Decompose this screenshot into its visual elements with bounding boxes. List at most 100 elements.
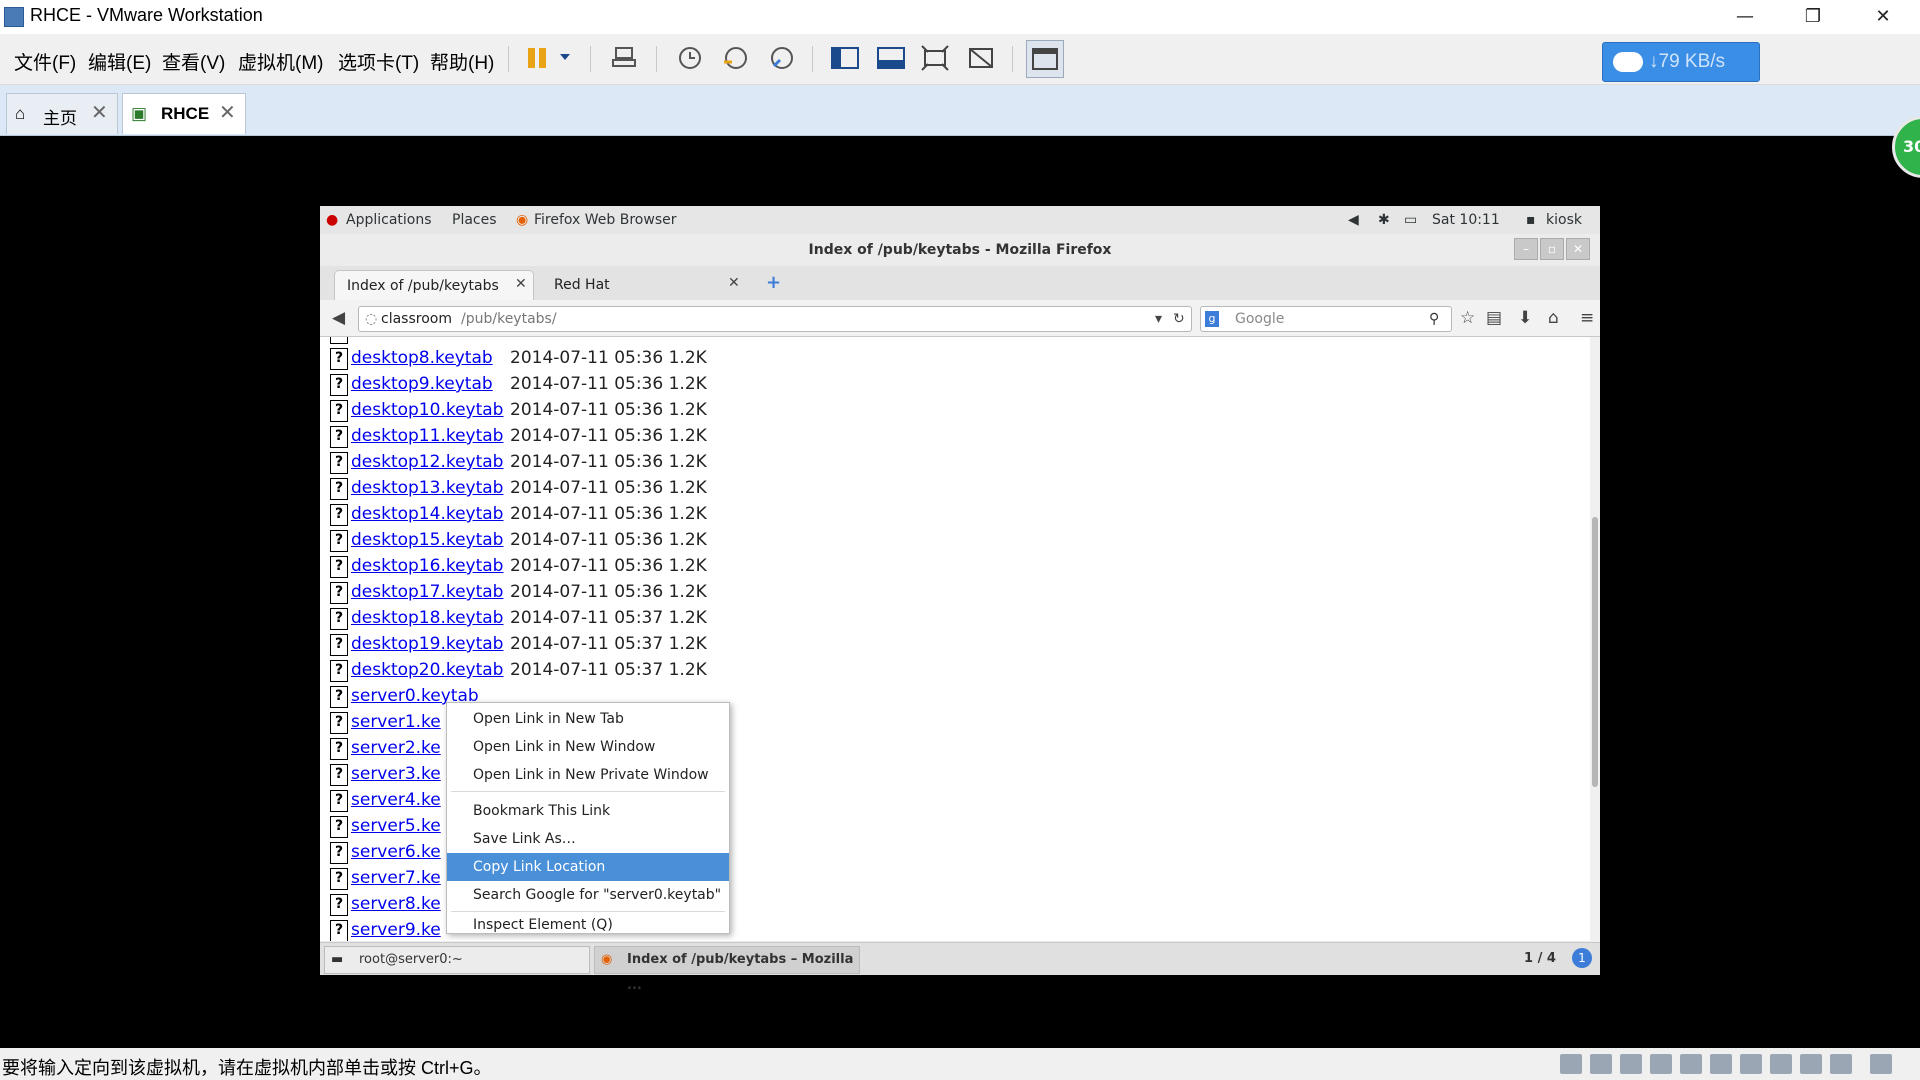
file-link[interactable]: desktop8.keytab [351,345,493,371]
bookmark-star-icon[interactable]: ☆ [1460,308,1475,328]
menu-file[interactable]: 文件(F) [14,48,76,75]
menu-open-link-new-tab[interactable]: Open Link in New Tab [447,705,729,733]
tab-index-keytabs[interactable]: Index of /pub/keytabs ✕ [334,270,534,301]
applications-menu[interactable]: Applications [346,212,432,228]
menu-search-google[interactable]: Search Google for "server0.keytab" [447,881,729,909]
network-adapter-icon[interactable] [1620,1054,1642,1074]
downloads-icon[interactable]: ⬇ [1518,308,1532,328]
menu-open-link-new-window[interactable]: Open Link in New Window [447,733,729,761]
printer-icon[interactable] [1740,1054,1762,1074]
menu-help[interactable]: 帮助(H) [430,48,494,75]
firefox-minimize-button[interactable]: – [1514,238,1538,260]
firefox-maximize-button[interactable]: ▫ [1540,238,1564,260]
home-icon[interactable]: ⌂ [1548,308,1559,328]
file-link[interactable]: desktop19.keytab [351,631,503,657]
file-link[interactable]: server7.ke [351,865,441,891]
full-screen-icon[interactable] [920,44,950,72]
tab-rhce[interactable]: ▣ RHCE ✕ [122,93,246,134]
bookmarks-menu-icon[interactable]: ▤ [1486,308,1502,328]
file-link[interactable]: server6.ke [351,839,441,865]
volume-icon[interactable]: ◀ [1348,212,1359,228]
tab-red-hat-close-icon[interactable]: ✕ [728,275,740,291]
console-view-icon[interactable] [1026,40,1064,78]
file-link[interactable]: server5.ke [351,813,441,839]
show-library-icon[interactable] [830,44,860,72]
hard-disk-icon[interactable] [1560,1054,1582,1074]
file-link[interactable]: desktop18.keytab [351,605,503,631]
cd-dvd-icon[interactable] [1590,1054,1612,1074]
console-window-icon[interactable] [1870,1054,1892,1074]
file-link[interactable]: server1.ke [351,709,441,735]
revert-snapshot-icon[interactable] [720,44,750,72]
menu-vm[interactable]: 虚拟机(M) [238,48,323,75]
google-engine-icon[interactable]: g [1205,311,1219,327]
usb-icon[interactable] [1680,1054,1702,1074]
app-menu[interactable]: Firefox Web Browser [534,212,677,228]
hamburger-menu-icon[interactable]: ≡ [1580,308,1594,328]
bluetooth-icon[interactable]: ✱ [1378,212,1390,228]
scrollbar-thumb[interactable] [1592,517,1598,787]
url-input[interactable]: ◌ classroom /pub/keytabs/ ▾ ↻ [358,306,1192,332]
menu-open-link-private-window[interactable]: Open Link in New Private Window [447,761,729,789]
close-button[interactable]: ✕ [1860,2,1906,32]
snapshot-manager-icon[interactable] [766,44,796,72]
send-ctrl-alt-del-icon[interactable] [610,44,640,72]
network-icon[interactable]: ▭ [1404,212,1417,228]
task-firefox[interactable]: ◉ Index of /pub/keytabs – Mozilla ... [594,946,860,993]
clock[interactable]: Sat 10:11 [1432,212,1500,228]
menu-edit[interactable]: 编辑(E) [88,48,151,75]
menu-tabs[interactable]: 选项卡(T) [338,48,419,75]
pause-icon[interactable] [524,44,554,72]
workspace-indicator[interactable]: 1 / 4 [1524,951,1556,966]
message-log-icon[interactable] [1800,1054,1822,1074]
sound-card-icon[interactable] [1710,1054,1732,1074]
search-input[interactable]: g Google ⚲ [1200,306,1452,332]
fullscreen-toggle-icon[interactable] [1830,1054,1852,1074]
back-icon[interactable]: ◀ [332,308,345,328]
file-link[interactable]: desktop13.keytab [351,475,503,501]
notification-icon[interactable]: 1 [1572,948,1592,968]
file-link[interactable]: desktop9.keytab [351,371,493,397]
minimize-button[interactable]: — [1722,2,1768,32]
tab-index-close-icon[interactable]: ✕ [515,276,527,292]
file-link[interactable]: server3.ke [351,761,441,787]
new-tab-button[interactable]: + [766,272,781,293]
file-link[interactable]: desktop17.keytab [351,579,503,605]
restore-button[interactable]: ❐ [1790,2,1836,32]
file-link[interactable]: desktop12.keytab [351,449,503,475]
file-link[interactable]: desktop16.keytab [351,553,503,579]
menu-copy-link-location[interactable]: Copy Link Location [447,853,729,881]
file-link[interactable]: desktop11.keytab [351,423,503,449]
tab-home-close-icon[interactable]: ✕ [91,100,108,125]
places-menu[interactable]: Places [452,212,497,228]
file-link[interactable]: desktop10.keytab [351,397,503,423]
display-icon[interactable] [1770,1054,1792,1074]
file-link[interactable]: server8.ke [351,891,441,917]
firefox-close-button[interactable]: ✕ [1566,238,1590,260]
menu-inspect-element[interactable]: Inspect Element (Q) [447,911,729,939]
menu-save-link-as[interactable]: Save Link As… [447,825,729,853]
reload-icon[interactable]: ↻ [1173,307,1185,331]
tab-rhce-close-icon[interactable]: ✕ [219,100,236,125]
menu-view[interactable]: 查看(V) [162,48,225,75]
user-menu[interactable]: kiosk [1546,212,1582,228]
vm-guest-screen[interactable]: ● Applications Places ◉ Firefox Web Brow… [320,206,1600,993]
page-scrollbar[interactable] [1590,337,1600,941]
task-terminal[interactable]: ▬ root@server0:~ [324,946,590,974]
pause-dropdown-icon[interactable] [556,44,586,72]
file-link[interactable]: server9.ke [351,917,441,941]
menu-bookmark-link[interactable]: Bookmark This Link [447,797,729,825]
file-link[interactable]: desktop14.keytab [351,501,503,527]
network-speed-widget[interactable]: ↓79 KB/s [1602,42,1760,82]
file-link[interactable]: desktop20.keytab [351,657,503,683]
url-dropdown-icon[interactable]: ▾ [1155,307,1162,331]
tab-red-hat[interactable]: Red Hat ✕ [542,270,742,300]
file-link[interactable]: server4.ke [351,787,441,813]
unity-icon[interactable] [966,44,996,72]
tab-home[interactable]: ⌂ 主页 ✕ [6,93,118,134]
file-link[interactable]: server2.ke [351,735,441,761]
file-link[interactable]: desktop15.keytab [351,527,503,553]
snapshot-icon[interactable] [674,44,704,72]
thumbnail-bar-icon[interactable] [876,44,906,72]
search-icon[interactable]: ⚲ [1429,307,1439,331]
